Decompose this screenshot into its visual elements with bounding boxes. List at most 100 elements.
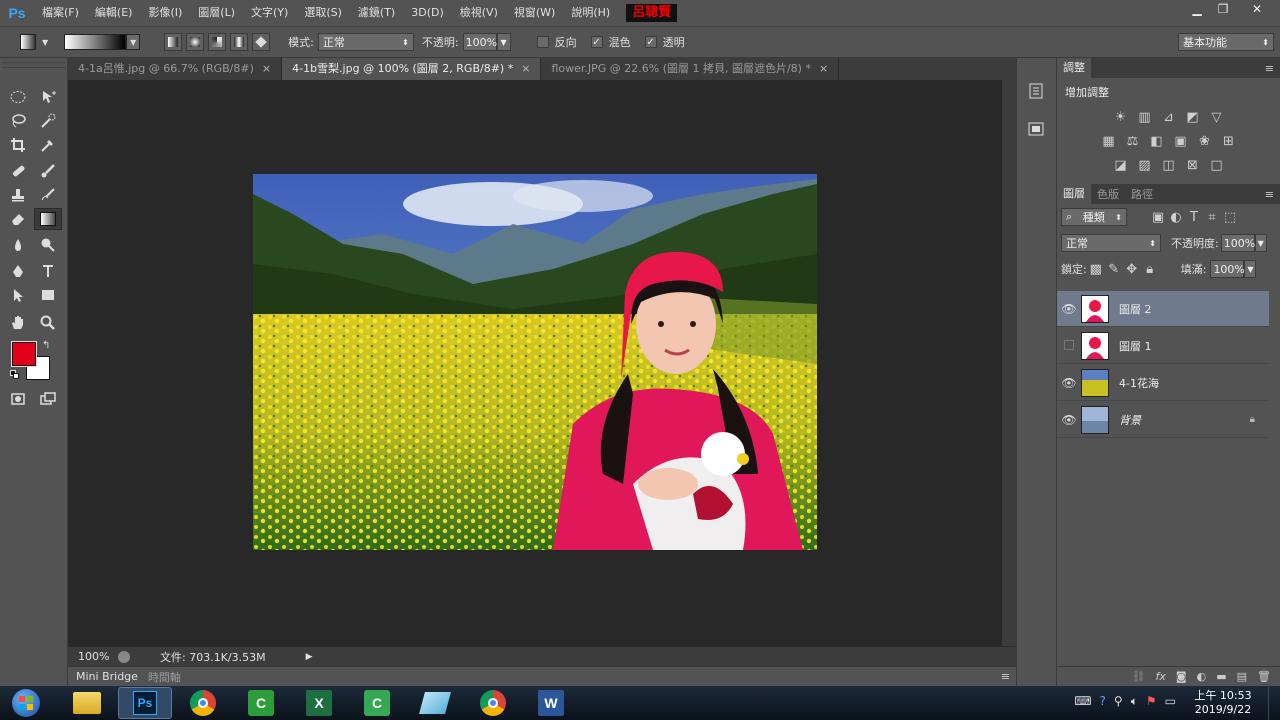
- close-icon[interactable]: ×: [262, 62, 271, 75]
- vibrance-icon[interactable]: ▽: [1208, 108, 1226, 126]
- layer-row[interactable]: 圖層 1: [1057, 328, 1269, 364]
- tab-adjustments[interactable]: 調整: [1057, 58, 1091, 78]
- document-tab[interactable]: 4-1a呂惟.jpg @ 66.7% (RGB/8#) ×: [68, 58, 283, 80]
- type-tool-icon[interactable]: [34, 260, 62, 282]
- hand-tool-icon[interactable]: [4, 312, 32, 334]
- zoom-level[interactable]: 100%: [78, 650, 118, 663]
- panel-menu-icon[interactable]: ≡: [1259, 188, 1280, 201]
- menu-edit[interactable]: 編輯(E): [87, 0, 141, 26]
- swap-colors-icon[interactable]: ↰: [42, 340, 50, 351]
- layer-row[interactable]: 👁︎ 4-1花海: [1057, 365, 1269, 401]
- start-button-icon[interactable]: [6, 686, 46, 720]
- filter-pixel-icon[interactable]: ▣: [1149, 208, 1167, 226]
- rectangle-tool-icon[interactable]: [34, 284, 62, 306]
- lock-transparent-icon[interactable]: ▩: [1087, 260, 1105, 278]
- mini-bridge-tab[interactable]: Mini Bridge: [76, 670, 138, 683]
- menu-select[interactable]: 選取(S): [296, 0, 350, 26]
- photoshop-taskbar-icon[interactable]: Ps: [118, 687, 172, 719]
- channel-mixer-icon[interactable]: ❀: [1196, 132, 1214, 150]
- menu-window[interactable]: 視窗(W): [506, 0, 563, 26]
- explorer-icon[interactable]: [60, 687, 114, 719]
- menu-3d[interactable]: 3D(D): [403, 0, 452, 26]
- menu-type[interactable]: 文字(Y): [243, 0, 296, 26]
- color-balance-icon[interactable]: ⚖: [1124, 132, 1142, 150]
- menu-filter[interactable]: 濾鏡(T): [350, 0, 403, 26]
- invert-icon[interactable]: ◪: [1112, 156, 1130, 174]
- black-white-icon[interactable]: ◧: [1148, 132, 1166, 150]
- eraser-tool-icon[interactable]: [4, 208, 32, 230]
- eyedropper-tool-icon[interactable]: [34, 134, 62, 156]
- lock-position-icon[interactable]: ✥: [1123, 260, 1141, 278]
- panel-menu-icon[interactable]: ≡: [1001, 670, 1010, 683]
- status-info-icon[interactable]: [118, 650, 130, 663]
- document-image[interactable]: [253, 174, 817, 550]
- layer-filter-select[interactable]: ⌕ 種類 ⬍: [1061, 208, 1127, 226]
- fill-input[interactable]: 100%: [1210, 260, 1245, 278]
- dodge-tool-icon[interactable]: [34, 234, 62, 256]
- keyboard-icon[interactable]: ⌨: [1074, 694, 1091, 709]
- volume-icon[interactable]: 🔈︎: [1131, 694, 1138, 709]
- excel-icon[interactable]: X: [292, 687, 346, 719]
- fill-dropdown[interactable]: ▼: [1244, 260, 1257, 278]
- history-brush-tool-icon[interactable]: [34, 184, 62, 206]
- tab-channels[interactable]: 色版: [1091, 186, 1125, 202]
- angle-gradient-button[interactable]: [208, 33, 227, 51]
- close-icon[interactable]: ✕: [1242, 0, 1272, 20]
- history-panel-icon[interactable]: [1027, 82, 1045, 100]
- document-tab-active[interactable]: 4-1b雪梨.jpg @ 100% (圖層 2, RGB/8#) * ×: [282, 58, 542, 80]
- lasso-tool-icon[interactable]: [4, 110, 32, 132]
- gradient-picker[interactable]: [64, 34, 127, 50]
- chrome-icon[interactable]: [176, 687, 230, 719]
- mode-select[interactable]: 正常 ⬍: [317, 33, 414, 51]
- color-lookup-icon[interactable]: ⊞: [1220, 132, 1238, 150]
- layer-style-icon[interactable]: fx: [1156, 670, 1166, 683]
- levels-icon[interactable]: ▥: [1136, 108, 1154, 126]
- properties-panel-icon[interactable]: [1027, 120, 1045, 138]
- default-colors-icon[interactable]: [10, 370, 20, 380]
- gradient-picker-dropdown[interactable]: ▼: [126, 34, 141, 50]
- action-center-icon[interactable]: ⚑: [1146, 694, 1157, 709]
- tab-paths[interactable]: 路徑: [1125, 186, 1159, 202]
- network-icon[interactable]: ⚲: [1114, 694, 1123, 709]
- canvas-area[interactable]: [68, 80, 1016, 646]
- link-layers-icon[interactable]: ⛓: [1132, 670, 1146, 683]
- selective-color-icon[interactable]: □: [1208, 156, 1226, 174]
- move-tool-icon[interactable]: [34, 86, 62, 108]
- quick-selection-tool-icon[interactable]: [34, 110, 62, 132]
- help-icon[interactable]: ?: [1100, 694, 1106, 709]
- panel-collapse-handle[interactable]: [2, 62, 66, 68]
- filter-adjustment-icon[interactable]: ◐: [1167, 208, 1185, 226]
- play-icon[interactable]: ▶: [306, 652, 313, 662]
- camtasia-icon[interactable]: C: [234, 687, 288, 719]
- panel-menu-icon[interactable]: ≡: [1259, 62, 1280, 75]
- word-icon[interactable]: W: [524, 687, 578, 719]
- lock-image-icon[interactable]: ✎: [1105, 260, 1123, 278]
- path-selection-tool-icon[interactable]: [4, 284, 32, 306]
- opacity-dropdown[interactable]: ▼: [496, 33, 511, 51]
- gradient-tool-icon[interactable]: [34, 208, 62, 230]
- marquee-tool-icon[interactable]: [4, 86, 32, 108]
- menu-help[interactable]: 說明(H): [563, 0, 618, 26]
- eye-icon[interactable]: 👁︎: [1057, 302, 1081, 316]
- eye-icon[interactable]: 👁︎: [1057, 413, 1081, 427]
- add-mask-icon[interactable]: ◙: [1176, 670, 1187, 683]
- hue-saturation-icon[interactable]: ▦: [1100, 132, 1118, 150]
- menu-view[interactable]: 檢視(V): [452, 0, 506, 26]
- eye-icon[interactable]: 👁︎: [1057, 376, 1081, 390]
- photo-filter-icon[interactable]: ▣: [1172, 132, 1190, 150]
- tab-layers[interactable]: 圖層: [1057, 184, 1091, 204]
- vertical-scrollbar[interactable]: [1002, 80, 1016, 646]
- new-layer-icon[interactable]: ▤: [1237, 670, 1247, 683]
- workspace-select[interactable]: 基本功能 ⬍: [1178, 33, 1274, 51]
- show-desktop-button[interactable]: [1268, 686, 1280, 720]
- brush-tool-icon[interactable]: [34, 160, 62, 182]
- camtasia-recorder-icon[interactable]: C: [350, 687, 404, 719]
- taskbar-clock[interactable]: 上午 10:53 2019/9/22: [1188, 686, 1258, 720]
- zoom-tool-icon[interactable]: [34, 312, 62, 334]
- blur-tool-icon[interactable]: [4, 234, 32, 256]
- gradient-tool-preset-icon[interactable]: [20, 34, 36, 50]
- screen-mode-icon[interactable]: [34, 388, 62, 410]
- new-adjustment-icon[interactable]: ◐: [1197, 670, 1207, 683]
- linear-gradient-button[interactable]: [164, 33, 183, 51]
- curves-icon[interactable]: ⊿: [1160, 108, 1178, 126]
